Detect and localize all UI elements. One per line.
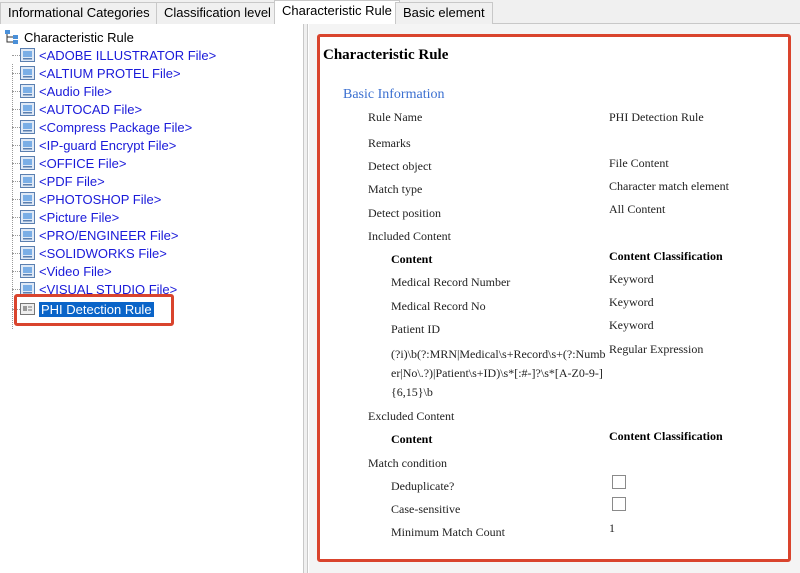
file-type-icon: [20, 246, 35, 260]
tree-item[interactable]: <ADOBE ILLUSTRATOR File>: [12, 46, 216, 64]
included-row-classification: Keyword: [609, 272, 654, 286]
rule-name-label: Rule Name: [368, 110, 423, 124]
case-sensitive-label: Case-sensitive: [391, 502, 461, 516]
included-row-content: Medical Record Number: [391, 275, 511, 289]
detect-object-value: File Content: [609, 156, 669, 170]
file-type-icon: [20, 66, 35, 80]
tree-item[interactable]: <Picture File>: [12, 208, 119, 226]
file-type-icon: [20, 264, 35, 278]
tree-item[interactable]: <AUTOCAD File>: [12, 100, 142, 118]
remarks-label: Remarks: [368, 136, 411, 150]
tree-item[interactable]: <PDF File>: [12, 172, 105, 190]
selection-highlight-box: [14, 294, 174, 326]
detect-object-label: Detect object: [368, 159, 432, 173]
tree-item[interactable]: <Audio File>: [12, 82, 112, 100]
panel-splitter[interactable]: [304, 24, 308, 573]
file-type-icon: [20, 120, 35, 134]
file-type-icon: [20, 48, 35, 62]
included-row-classification: Regular Expression: [609, 342, 704, 356]
match-type-value: Character match element: [609, 179, 729, 193]
tree-root[interactable]: Characteristic Rule: [4, 28, 134, 46]
file-type-icon: [20, 210, 35, 224]
case-sensitive-checkbox[interactable]: [612, 497, 626, 511]
tree-item[interactable]: <ALTIUM PROTEL File>: [12, 64, 181, 82]
excluded-content-label: Excluded Content: [368, 409, 455, 423]
section-basic-information: Basic Information: [343, 87, 445, 102]
tree-item[interactable]: <IP-guard Encrypt File>: [12, 136, 176, 154]
page-title: Characteristic Rule: [323, 47, 449, 63]
included-row-content: Patient ID: [391, 322, 440, 336]
tree-item[interactable]: <OFFICE File>: [12, 154, 126, 172]
file-type-icon: [20, 84, 35, 98]
tree-item[interactable]: <Video File>: [12, 262, 112, 280]
excluded-classification-header: Content Classification: [609, 429, 723, 443]
match-condition-label: Match condition: [368, 456, 447, 470]
included-row-content: Medical Record No: [391, 299, 486, 313]
included-classification-header: Content Classification: [609, 249, 723, 263]
included-row-regex: (?i)\b(?:MRN|Medical\s+Record\s+(?:Numbe…: [391, 347, 606, 399]
file-type-icon: [20, 138, 35, 152]
included-content-header: Content: [391, 252, 433, 266]
file-type-icon: [20, 228, 35, 242]
minimum-match-count-label: Minimum Match Count: [391, 525, 505, 539]
tab-informational-categories[interactable]: Informational Categories: [0, 2, 158, 24]
rule-detail-page: Characteristic Rule Basic Information Ru…: [317, 34, 791, 562]
excluded-content-header: Content: [391, 432, 433, 446]
included-row-classification: Keyword: [609, 295, 654, 309]
tree-item[interactable]: <Compress Package File>: [12, 118, 192, 136]
tree-item[interactable]: <PRO/ENGINEER File>: [12, 226, 178, 244]
tree-item[interactable]: <SOLIDWORKS File>: [12, 244, 167, 262]
included-content-label: Included Content: [368, 229, 451, 243]
detect-position-label: Detect position: [368, 206, 441, 220]
included-row-classification: Keyword: [609, 318, 654, 332]
file-type-icon: [20, 102, 35, 116]
detect-position-value: All Content: [609, 202, 666, 216]
minimum-match-count-value: 1: [609, 521, 615, 535]
file-type-icon: [20, 174, 35, 188]
tree-item[interactable]: <PHOTOSHOP File>: [12, 190, 161, 208]
tab-characteristic-rule[interactable]: Characteristic Rule: [274, 0, 400, 25]
deduplicate-label: Deduplicate?: [391, 479, 455, 493]
tab-bar: Informational Categories Classification …: [0, 0, 800, 25]
tree-root-icon: [4, 29, 20, 45]
file-type-icon: [20, 192, 35, 206]
tree-root-label: Characteristic Rule: [24, 29, 134, 45]
match-type-label: Match type: [368, 182, 423, 196]
file-type-icon: [20, 156, 35, 170]
rule-name-value: PHI Detection Rule: [609, 110, 704, 124]
tab-classification-level[interactable]: Classification level: [156, 2, 279, 24]
deduplicate-checkbox[interactable]: [612, 475, 626, 489]
tab-basic-element[interactable]: Basic element: [395, 2, 493, 24]
